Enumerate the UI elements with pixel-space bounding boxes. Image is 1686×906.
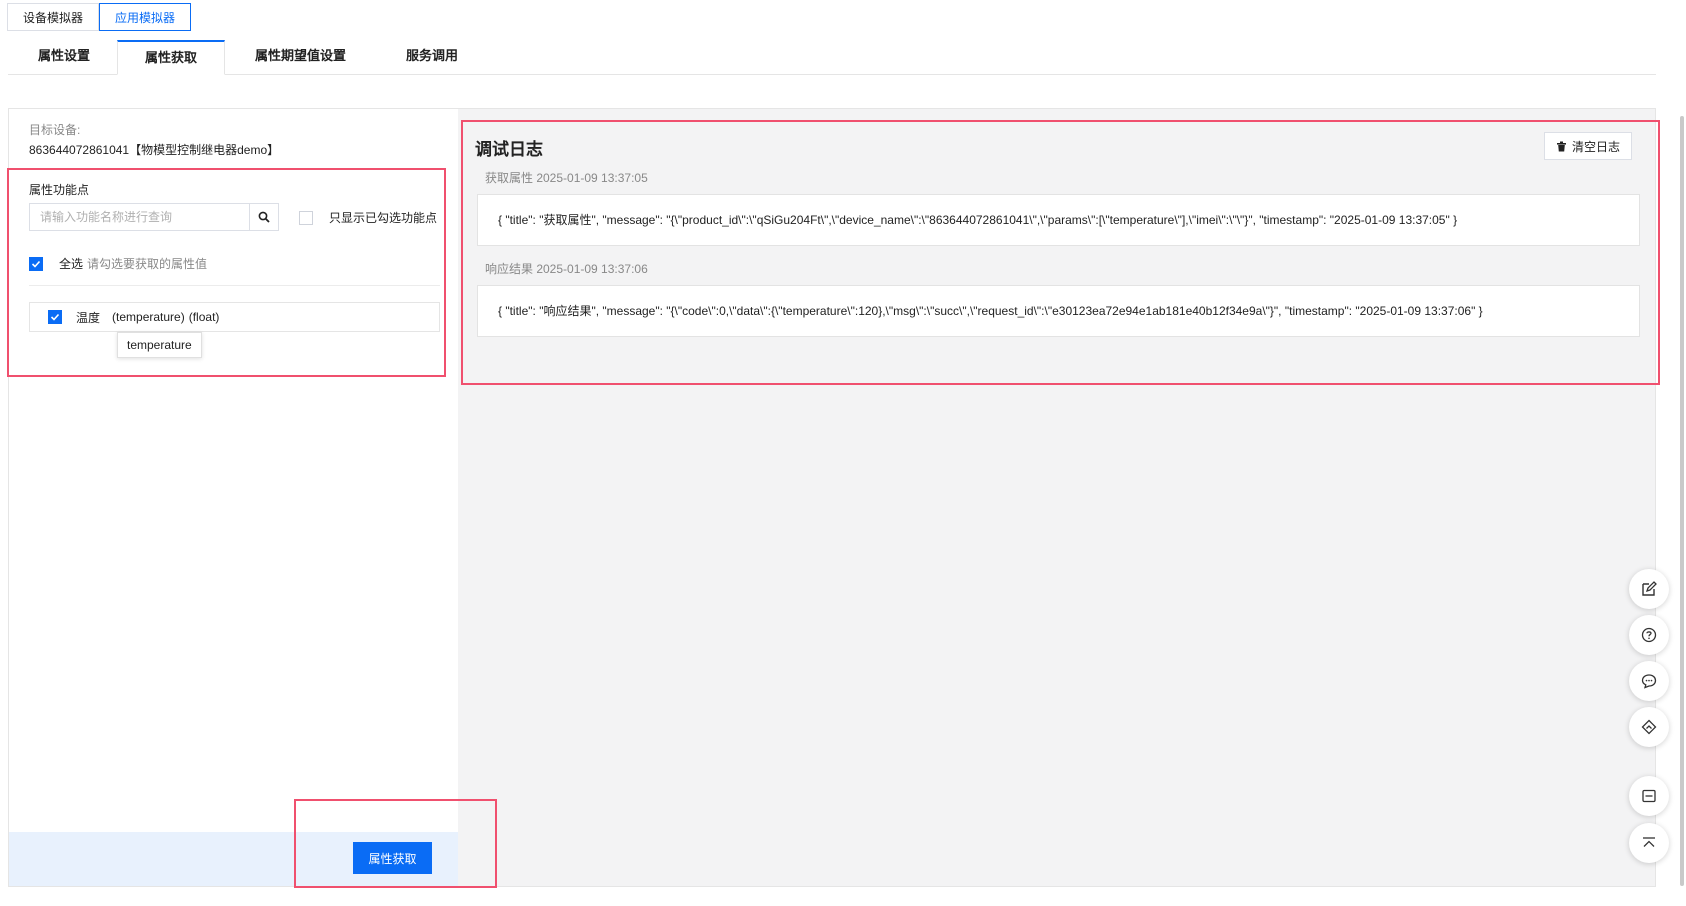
minimize-tool-button[interactable] (1629, 776, 1669, 816)
only-checked-label: 只显示已勾选功能点 (329, 211, 438, 225)
cloud-icon (1641, 719, 1657, 735)
property-search (29, 203, 279, 231)
divider (29, 285, 440, 286)
property-identifier: (temperature) (112, 310, 185, 324)
back-to-top-button[interactable] (1629, 823, 1669, 863)
clear-log-label: 清空日志 (1571, 139, 1620, 154)
check-icon (31, 260, 41, 268)
edit-tool-button[interactable] (1629, 569, 1669, 609)
property-search-input[interactable] (29, 203, 249, 231)
only-checked-checkbox[interactable] (299, 210, 313, 225)
help-icon (1641, 627, 1657, 643)
debug-log-title: 调试日志 (475, 140, 543, 159)
select-all-checkbox[interactable] (29, 256, 43, 271)
property-type: (float) (188, 310, 220, 324)
property-tooltip: temperature (117, 332, 202, 358)
clear-log-button[interactable]: 清空日志 (1544, 132, 1632, 160)
app-simulator-button[interactable]: 应用模拟器 (99, 3, 192, 31)
log-entry-body: { "title": "响应结果", "message": "{\"code\"… (477, 285, 1640, 337)
trash-icon (1556, 141, 1566, 151)
property-checkbox[interactable] (48, 310, 62, 324)
chat-tool-button[interactable] (1629, 661, 1669, 701)
search-button[interactable] (249, 203, 279, 231)
tab-property-set[interactable]: 属性设置 (8, 40, 117, 73)
back-to-top-icon (1643, 837, 1655, 847)
check-icon (50, 313, 60, 321)
property-points-label: 属性功能点 (29, 183, 90, 197)
tab-service-call[interactable]: 服务调用 (376, 40, 485, 73)
fetch-property-button[interactable]: 属性获取 (353, 842, 432, 874)
log-entry-head: 获取属性 2025-01-09 13:37:05 (485, 171, 648, 185)
chat-icon (1641, 674, 1657, 689)
target-device-label: 目标设备: (29, 123, 81, 137)
minimize-icon (1642, 789, 1656, 803)
device-simulator-button[interactable]: 设备模拟器 (7, 3, 100, 31)
only-checked-toggle[interactable]: 只显示已勾选功能点 (299, 209, 437, 226)
scrollbar-thumb[interactable] (1680, 116, 1684, 886)
select-all[interactable]: 全选 请勾选要获取的属性值 (29, 255, 207, 272)
target-device-value: 863644072861041【物模型控制继电器demo】 (29, 143, 280, 157)
action-bar: 属性获取 (9, 832, 458, 886)
cloud-tool-button[interactable] (1629, 707, 1669, 747)
debug-log-panel: 调试日志 清空日志 获取属性 2025-01-09 13:37:05 { "ti… (458, 108, 1656, 887)
left-panel: 目标设备: 863644072861041【物模型控制继电器demo】 属性功能… (8, 108, 459, 887)
tab-bar: 属性设置 属性获取 属性期望值设置 服务调用 (8, 40, 1656, 75)
simulator-switch: 设备模拟器 应用模拟器 (7, 3, 192, 31)
select-all-label: 全选 (59, 257, 84, 271)
select-all-hint: 请勾选要获取的属性值 (87, 257, 208, 271)
tab-property-get[interactable]: 属性获取 (117, 40, 226, 75)
edit-icon (1642, 581, 1657, 596)
property-row-temperature[interactable]: 温度 (temperature) (float) (29, 302, 440, 332)
log-entry-body: { "title": "获取属性", "message": "{\"produc… (477, 194, 1640, 246)
log-entry-head: 响应结果 2025-01-09 13:37:06 (485, 262, 648, 276)
help-tool-button[interactable] (1629, 615, 1669, 655)
property-name: 温度 (76, 310, 101, 325)
tab-property-desired-set[interactable]: 属性期望值设置 (225, 40, 376, 73)
search-icon (258, 211, 270, 223)
